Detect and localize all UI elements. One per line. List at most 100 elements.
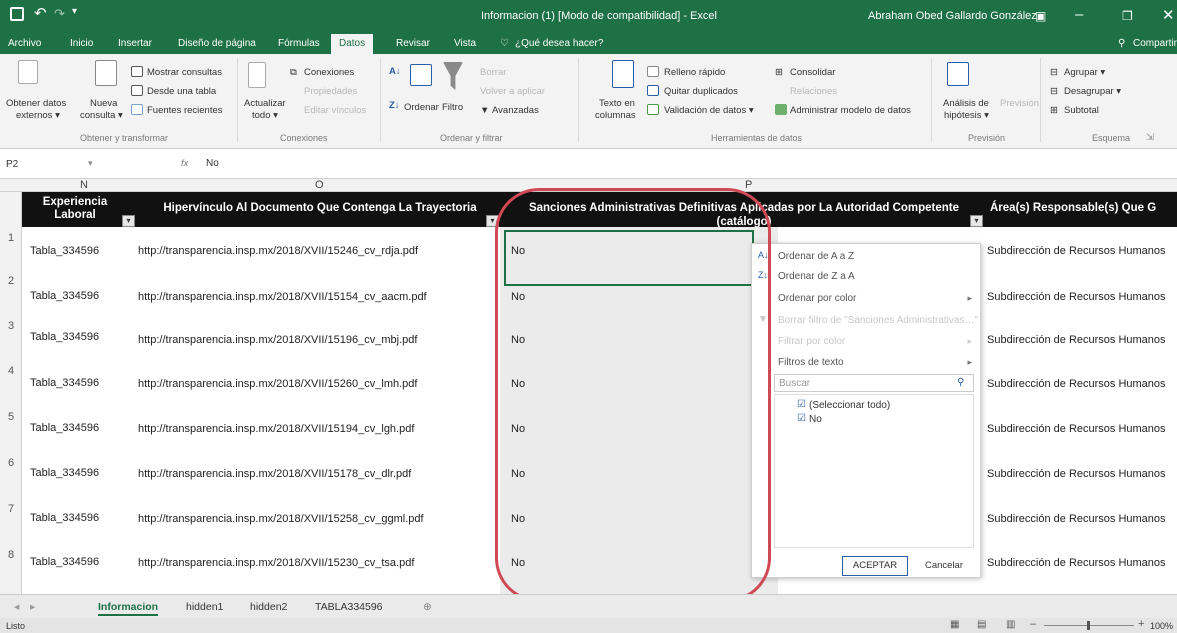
filtro-button[interactable]: Filtro [442, 102, 463, 113]
cell-p[interactable]: No [511, 291, 525, 303]
nueva-consulta-button[interactable]: Nueva [90, 98, 117, 109]
sort-desc-icon[interactable]: Z↓ [389, 100, 400, 111]
quitar-duplicados-button[interactable]: Quitar duplicados [664, 86, 738, 97]
borrar-button[interactable]: Borrar [480, 67, 506, 78]
cell-n[interactable]: Tabla_334596 [30, 377, 99, 389]
row-header[interactable]: 1 [0, 232, 22, 244]
cell-q[interactable]: Subdirección de Recursos Humanos [987, 291, 1166, 303]
column-header-n[interactable]: N [80, 179, 88, 191]
scroll-tabs-left-icon[interactable]: ◂ [14, 601, 19, 613]
propiedades-button[interactable]: Propiedades [304, 86, 357, 97]
administrar-modelo-button[interactable]: Administrar modelo de datos [790, 105, 911, 116]
tab-inicio[interactable]: Inicio [70, 38, 93, 49]
row-header[interactable]: 7 [0, 503, 22, 515]
prevision-button[interactable]: Previsión [1000, 98, 1039, 109]
filter-search-input[interactable]: Buscar [779, 378, 810, 389]
close-icon[interactable]: ✕ [1162, 6, 1175, 24]
menu-sort-za[interactable]: Ordenar de Z a A [778, 271, 855, 282]
maximize-icon[interactable]: ❐ [1122, 9, 1133, 23]
scroll-tabs-right-icon[interactable]: ▸ [30, 601, 35, 613]
cell-n[interactable]: Tabla_334596 [30, 467, 99, 479]
cell-o[interactable]: http://transparencia.insp.mx/2018/XVII/1… [138, 423, 414, 435]
analisis-hipotesis-button[interactable]: Análisis de [943, 98, 989, 109]
checkbox-no[interactable]: ☑ [797, 413, 806, 424]
cell-n[interactable]: Tabla_334596 [30, 290, 99, 302]
checkbox-select-all[interactable]: ☑ [797, 399, 806, 410]
filter-dropdown-icon[interactable]: ▾ [970, 215, 983, 227]
cell-n[interactable]: Tabla_334596 [30, 556, 99, 568]
cell-o[interactable]: http://transparencia.insp.mx/2018/XVII/1… [138, 557, 414, 569]
relleno-rapido-button[interactable]: Relleno rápido [664, 67, 725, 78]
tab-vista[interactable]: Vista [454, 38, 476, 49]
menu-clear-filter[interactable]: Borrar filtro de "Sanciones Administrati… [778, 315, 978, 326]
tab-insertar[interactable]: Insertar [118, 38, 152, 49]
ordenar-button[interactable]: Ordenar [404, 102, 439, 113]
fuentes-recientes-button[interactable]: Fuentes recientes [147, 105, 223, 116]
redo-icon[interactable]: ↷ [54, 6, 65, 22]
cell-n[interactable]: Tabla_334596 [30, 512, 99, 524]
cell-o[interactable]: http://transparencia.insp.mx/2018/XVII/1… [138, 245, 418, 257]
validacion-datos-button[interactable]: Validación de datos ▾ [664, 105, 754, 116]
tab-revisar[interactable]: Revisar [396, 38, 430, 49]
cell-q[interactable]: Subdirección de Recursos Humanos [987, 334, 1166, 346]
avanzadas-button[interactable]: Avanzadas [492, 105, 539, 116]
new-sheet-icon[interactable]: ⊕ [423, 601, 432, 613]
worksheet-grid[interactable]: N O P Experiencia Laboral Hipervínculo A… [0, 179, 1177, 594]
row-header[interactable]: 3 [0, 320, 22, 332]
row-header[interactable]: 4 [0, 365, 22, 377]
sheet-tab-hidden1[interactable]: hidden1 [186, 601, 223, 613]
menu-sort-color[interactable]: Ordenar por color [778, 293, 856, 304]
cell-o[interactable]: http://transparencia.insp.mx/2018/XVII/1… [138, 291, 427, 303]
cell-n[interactable]: Tabla_334596 [30, 422, 99, 434]
option-no[interactable]: No [809, 414, 822, 425]
cell-p[interactable]: No [511, 378, 525, 390]
agrupar-button[interactable]: Agrupar ▾ [1064, 67, 1105, 78]
tab-archivo[interactable]: Archivo [8, 38, 41, 49]
desde-tabla-button[interactable]: Desde una tabla [147, 86, 216, 97]
cell-p[interactable]: No [511, 245, 525, 257]
cell-n[interactable]: Tabla_334596 [30, 245, 99, 257]
function-icon[interactable]: fx [181, 158, 188, 169]
zoom-level[interactable]: 100% [1150, 621, 1173, 631]
zoom-in-icon[interactable]: + [1138, 618, 1144, 630]
cell-q[interactable]: Subdirección de Recursos Humanos [987, 468, 1166, 480]
minimize-icon[interactable]: – [1075, 6, 1083, 23]
filter-dropdown-icon[interactable]: ▾ [486, 215, 499, 227]
sort-asc-icon[interactable]: A↓ [389, 66, 401, 77]
tell-me-input[interactable]: ¿Qué desea hacer? [515, 38, 603, 49]
menu-filter-color[interactable]: Filtrar por color [778, 336, 845, 347]
cell-q[interactable]: Subdirección de Recursos Humanos [987, 513, 1166, 525]
conexiones-button[interactable]: Conexiones [304, 67, 354, 78]
formula-input[interactable]: No [206, 158, 219, 169]
name-box[interactable]: P2 [6, 159, 18, 170]
sheet-tab-tabla334596[interactable]: TABLA334596 [315, 601, 383, 613]
cell-p[interactable]: No [511, 557, 525, 569]
zoom-slider-thumb[interactable] [1087, 621, 1090, 630]
subtotal-button[interactable]: Subtotal [1064, 105, 1099, 116]
menu-text-filters[interactable]: Filtros de texto [778, 357, 844, 368]
normal-view-icon[interactable]: ▦ [950, 619, 959, 630]
filter-dropdown-icon[interactable]: ▾ [122, 215, 135, 227]
tab-datos[interactable]: Datos [331, 34, 374, 54]
cell-p[interactable]: No [511, 513, 525, 525]
page-layout-icon[interactable]: ▤ [977, 619, 986, 630]
cell-n[interactable]: Tabla_334596 [30, 331, 99, 343]
cell-o[interactable]: http://transparencia.insp.mx/2018/XVII/1… [138, 513, 424, 525]
customize-quick-access-icon[interactable]: ▾ [72, 6, 77, 17]
editar-vinculos-button[interactable]: Editar vínculos [304, 105, 366, 116]
ribbon-display-icon[interactable]: ▣ [1035, 9, 1046, 23]
page-break-icon[interactable]: ▥ [1006, 619, 1015, 630]
undo-icon[interactable]: ↶ [34, 4, 47, 22]
mostrar-consultas-button[interactable]: Mostrar consultas [147, 67, 222, 78]
cell-o[interactable]: http://transparencia.insp.mx/2018/XVII/1… [138, 334, 417, 346]
cell-q[interactable]: Subdirección de Recursos Humanos [987, 557, 1166, 569]
row-header[interactable]: 2 [0, 275, 22, 287]
cell-p[interactable]: No [511, 468, 525, 480]
save-icon[interactable] [10, 7, 24, 21]
cell-q[interactable]: Subdirección de Recursos Humanos [987, 378, 1166, 390]
sheet-tab-informacion[interactable]: Informacion [98, 601, 159, 616]
column-header-o[interactable]: O [315, 179, 324, 191]
volver-aplicar-button[interactable]: Volver a aplicar [480, 86, 545, 97]
sheet-tab-hidden2[interactable]: hidden2 [250, 601, 287, 613]
obtener-datos-button[interactable]: Obtener datos [6, 98, 66, 109]
